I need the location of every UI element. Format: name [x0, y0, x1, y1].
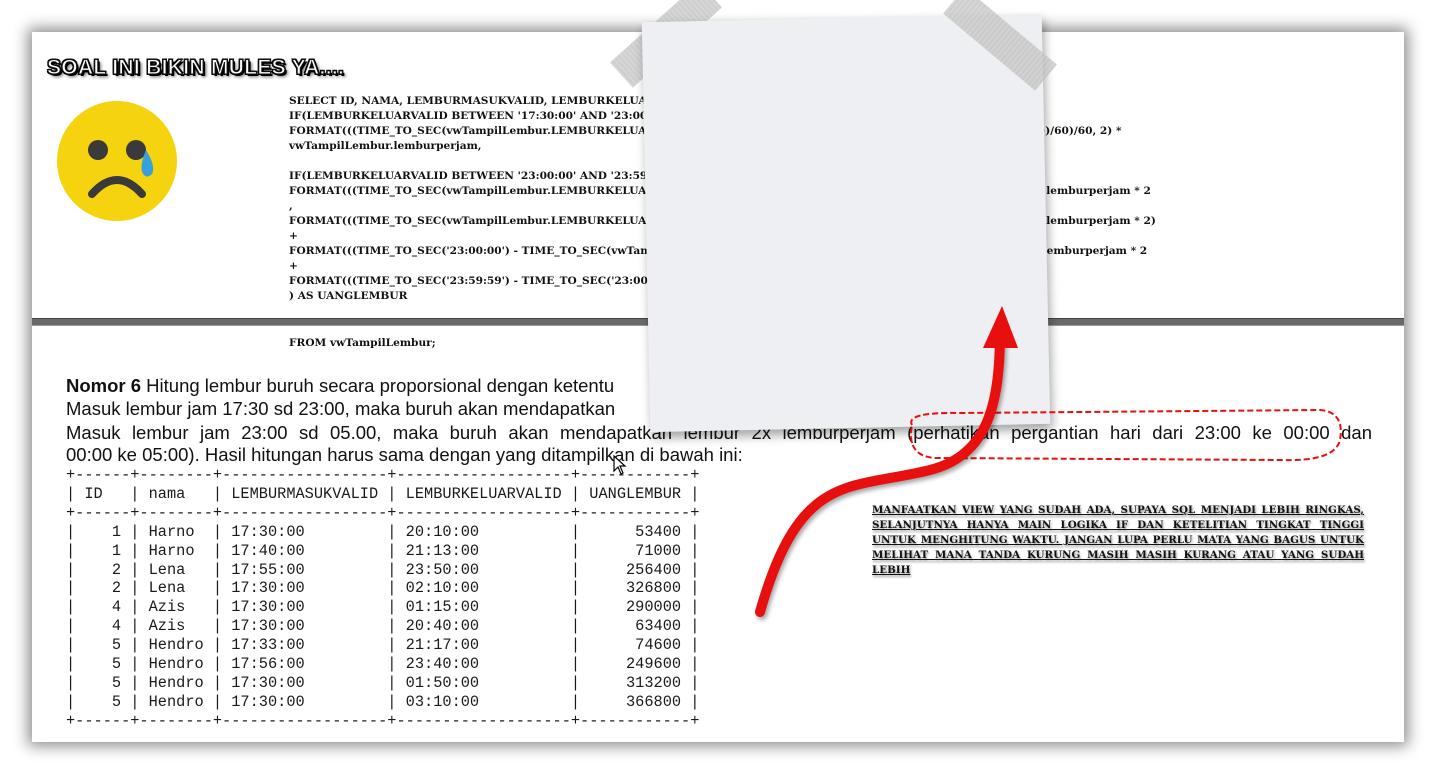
cell-nama: Hendro	[148, 655, 204, 674]
table-row: | 5 | Hendro | 17:56:00 | 23:40:00 | 249…	[66, 655, 700, 674]
cell-id: 2	[84, 560, 122, 579]
question-line-4: 00:00 ke 05:00). Hasil hitungan harus sa…	[66, 444, 743, 465]
cell-keluar: 20:40:00	[405, 617, 562, 636]
cell-id: 1	[84, 541, 122, 560]
cell-uang: 53400	[589, 522, 682, 541]
result-table: +------+--------+------------------+----…	[66, 466, 699, 731]
hint-note: MANFAATKAN VIEW YANG SUDAH ADA, SUPAYA S…	[872, 504, 1364, 576]
table-row: | 5 | Hendro | 17:30:00 | 03:10:00 | 366…	[66, 692, 700, 711]
table-row: | 1 | Harno | 17:30:00 | 20:10:00 | 5340…	[66, 522, 700, 541]
cell-keluar: 20:10:00	[405, 522, 562, 541]
table-row: | 5 | Hendro | 17:33:00 | 21:17:00 | 746…	[66, 636, 700, 655]
cell-nama: Azis	[148, 617, 204, 636]
cell-uang: 256400	[589, 560, 682, 579]
cell-keluar: 23:40:00	[405, 655, 562, 674]
table-border-mid: +------+--------+------------------+----…	[66, 503, 700, 522]
cell-nama: Hendro	[148, 692, 204, 711]
table-row: | 5 | Hendro | 17:30:00 | 01:50:00 | 313…	[66, 673, 700, 692]
sql-from-clause: FROM vwTampilLembur;	[289, 337, 436, 349]
table-row: | 2 | Lena | 17:55:00 | 23:50:00 | 25640…	[66, 560, 700, 579]
cell-masuk: 17:30:00	[231, 522, 379, 541]
header-lemburkeluarvalid: LEMBURKELUARVALID	[405, 484, 562, 503]
cell-uang: 71000	[589, 541, 682, 560]
cell-masuk: 17:33:00	[231, 636, 379, 655]
table-header-row: | ID | nama | LEMBURMASUKVALID | LEMBURK…	[66, 484, 700, 503]
table-row: | 4 | Azis | 17:30:00 | 01:15:00 | 29000…	[66, 598, 700, 617]
cell-masuk: 17:30:00	[231, 598, 379, 617]
cell-keluar: 21:17:00	[405, 636, 562, 655]
cell-nama: Hendro	[148, 636, 204, 655]
cell-nama: Harno	[148, 522, 204, 541]
cell-nama: Lena	[148, 560, 204, 579]
crying-face-icon	[57, 101, 177, 221]
cell-masuk: 17:55:00	[231, 560, 379, 579]
cell-keluar: 01:50:00	[405, 673, 562, 692]
cell-uang: 326800	[589, 579, 682, 598]
cell-uang: 313200	[589, 673, 682, 692]
table-row: | 4 | Azis | 17:30:00 | 20:40:00 | 63400…	[66, 617, 700, 636]
cell-masuk: 17:40:00	[231, 541, 379, 560]
table-row: | 2 | Lena | 17:30:00 | 02:10:00 | 32680…	[66, 579, 700, 598]
cell-nama: Hendro	[148, 673, 204, 692]
banner-title: SOAL INI BIKIN MULES YA....	[46, 56, 345, 80]
cell-uang: 290000	[589, 598, 682, 617]
cell-keluar: 03:10:00	[405, 692, 562, 711]
mouse-pointer-icon	[613, 455, 627, 475]
question-text-1: Hitung lembur buruh secara proporsional …	[141, 375, 615, 396]
cell-masuk: 17:56:00	[231, 655, 379, 674]
cell-id: 1	[84, 522, 122, 541]
cell-uang: 74600	[589, 636, 682, 655]
cell-id: 5	[84, 673, 122, 692]
cell-masuk: 17:30:00	[231, 617, 379, 636]
cell-keluar: 01:15:00	[405, 598, 562, 617]
cell-id: 2	[84, 579, 122, 598]
cell-nama: Harno	[148, 541, 204, 560]
cell-masuk: 17:30:00	[231, 692, 379, 711]
cell-masuk: 17:30:00	[231, 579, 379, 598]
table-row: | 1 | Harno | 17:40:00 | 21:13:00 | 7100…	[66, 541, 700, 560]
cell-id: 4	[84, 617, 122, 636]
cell-uang: 63400	[589, 617, 682, 636]
cell-nama: Lena	[148, 579, 204, 598]
cell-keluar: 02:10:00	[405, 579, 562, 598]
cell-keluar: 23:50:00	[405, 560, 562, 579]
sticky-paper	[641, 13, 1051, 433]
cell-keluar: 21:13:00	[405, 541, 562, 560]
cell-uang: 366800	[589, 692, 682, 711]
table-border-top: +------+--------+------------------+----…	[66, 466, 700, 484]
cell-masuk: 17:30:00	[231, 673, 379, 692]
header-id: ID	[84, 484, 103, 503]
question-label: Nomor 6	[66, 375, 142, 396]
header-uanglembur: UANGLEMBUR	[589, 484, 682, 503]
header-lemburmasukvalid: LEMBURMASUKVALID	[231, 484, 379, 503]
cell-uang: 249600	[589, 655, 682, 674]
cell-id: 5	[84, 692, 122, 711]
table-border-bottom: +------+--------+------------------+----…	[66, 711, 700, 730]
cell-nama: Azis	[148, 598, 204, 617]
cell-id: 4	[84, 598, 122, 617]
cell-id: 5	[84, 655, 122, 674]
cell-id: 5	[84, 636, 122, 655]
header-nama: nama	[148, 484, 186, 503]
